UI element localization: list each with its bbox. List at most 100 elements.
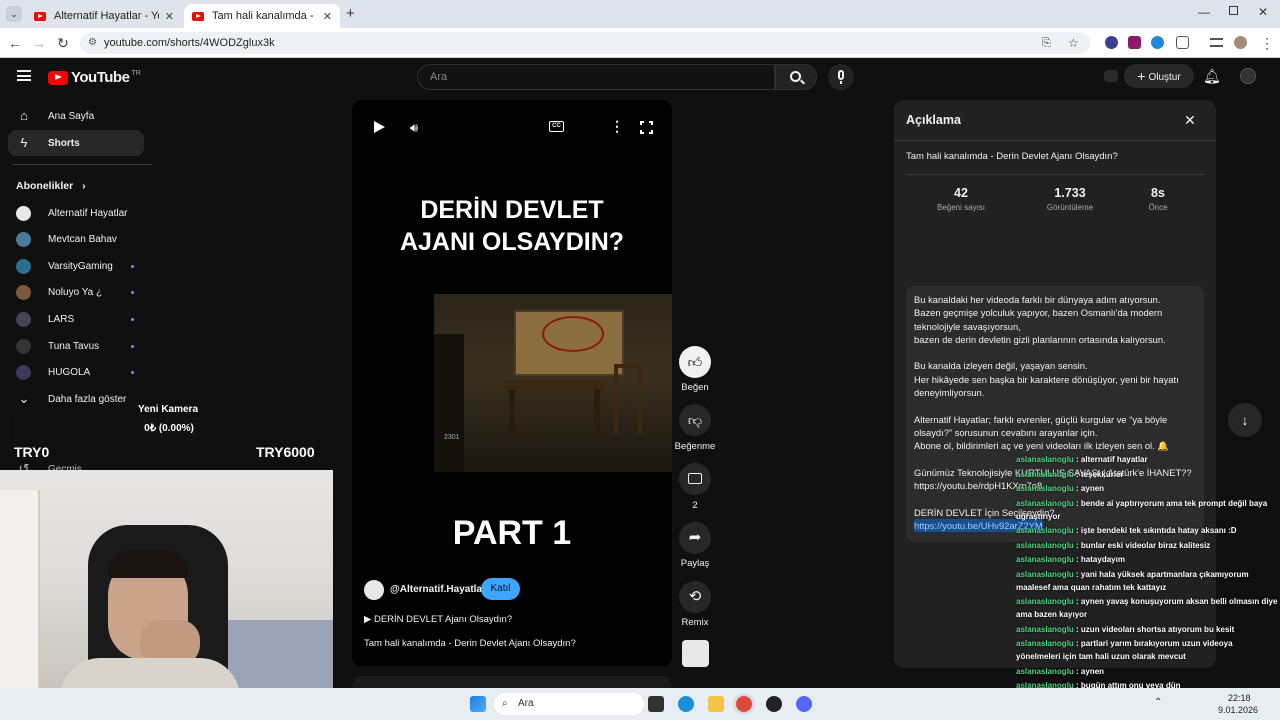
- sidebar-item-shorts[interactable]: ϟ Shorts: [8, 130, 144, 156]
- scroll-down-button[interactable]: ↓: [1228, 403, 1262, 437]
- cast-icon[interactable]: [1104, 70, 1118, 82]
- task-view-icon[interactable]: [648, 696, 664, 712]
- description-line: teknolojiyle savaşıyorsun,: [914, 320, 1021, 332]
- account-avatar[interactable]: [1240, 68, 1256, 84]
- chrome-icon[interactable]: [736, 696, 752, 712]
- youtube-favicon-icon: [192, 11, 204, 21]
- home-icon: ⌂: [20, 108, 28, 123]
- sidebar-item-label: Noluyo Ya ¿: [48, 287, 103, 299]
- arrow-down-icon: ↓: [1241, 412, 1249, 428]
- microphone-icon: [838, 70, 844, 80]
- forward-icon[interactable]: →: [30, 35, 48, 51]
- sidebar-channel[interactable]: Tuna Tavus: [8, 333, 144, 359]
- search-input[interactable]: Ara: [417, 64, 775, 90]
- close-icon[interactable]: ✕: [1184, 112, 1196, 129]
- shorts-player[interactable]: 🔊︎ CC ⋮ DERİN DEVLET AJANI OLSAYDIN? 230…: [352, 100, 672, 666]
- likes-value: 42: [954, 186, 968, 200]
- next-short-preview[interactable]: [352, 676, 672, 688]
- streamer-shirt: [60, 658, 240, 688]
- discord-icon[interactable]: [796, 696, 812, 712]
- extension-icon-3[interactable]: [1151, 36, 1164, 49]
- minimize-window-icon[interactable]: —: [1198, 5, 1210, 19]
- create-button[interactable]: + Oluştur: [1124, 64, 1194, 88]
- close-tab-icon[interactable]: ✕: [165, 10, 174, 23]
- frame-number: 2301: [444, 434, 460, 441]
- close-tab-icon[interactable]: ✕: [323, 10, 332, 23]
- address-bar[interactable]: ⚙ youtube.com/shorts/4WODZglux3k ⎘ ☆: [80, 32, 1090, 54]
- install-app-icon[interactable]: ⎘: [1042, 32, 1051, 54]
- bookmark-star-icon[interactable]: ☆: [1068, 32, 1079, 54]
- tab-title: Alternatif Hayatlar - YouTube: [54, 10, 159, 22]
- sidebar-channel[interactable]: Alternatif Hayatlar: [8, 200, 144, 226]
- sound-thumbnail[interactable]: [682, 640, 709, 667]
- reload-icon[interactable]: ↻: [54, 35, 72, 52]
- door: [0, 490, 40, 688]
- profile-avatar[interactable]: [1234, 36, 1247, 49]
- voice-search-button[interactable]: [828, 64, 854, 90]
- youtube-logo[interactable]: YouTube TR: [48, 69, 141, 86]
- sidebar-item-home[interactable]: ⌂ Ana Sayfa: [8, 103, 144, 129]
- search-button[interactable]: [775, 64, 817, 90]
- dislike-label: Beğenme: [674, 441, 716, 452]
- table: [504, 380, 604, 390]
- taskbar-search[interactable]: ⌕ Ara: [494, 693, 644, 715]
- play-icon[interactable]: [374, 121, 385, 133]
- sidebar-channel[interactable]: HUGOLA: [8, 360, 144, 386]
- more-options-icon[interactable]: ⋮: [610, 118, 624, 135]
- extension-icon-2[interactable]: [1128, 36, 1141, 49]
- extensions-puzzle-icon[interactable]: [1176, 36, 1189, 49]
- share-button[interactable]: ➦: [679, 522, 711, 554]
- sidebar-channel[interactable]: LARS: [8, 306, 144, 332]
- donation-goal-widget: Yeni Kamera 0₺ (0.00%) TRY0 TRY6000: [10, 400, 326, 460]
- maximize-window-icon[interactable]: [1229, 6, 1238, 15]
- channel-avatar: [16, 258, 31, 274]
- tab-alternatif-hayatlar[interactable]: Alternatif Hayatlar - YouTube ✕: [26, 4, 182, 28]
- remix-label: Remix: [681, 617, 709, 628]
- playlist-link[interactable]: ▶ DERİN DEVLET Ajanı Olsaydın?: [364, 614, 512, 625]
- remix-button[interactable]: ⟲: [679, 581, 711, 613]
- description-line: Alternatif Hayatlar; farklı evrenler, gü…: [914, 413, 1168, 425]
- chat-username: aslanaslanoglu: [1016, 666, 1074, 676]
- chat-username: aslanaslanoglu: [1016, 526, 1074, 535]
- sidebar-channel[interactable]: Noluyo Ya ¿: [8, 280, 144, 306]
- dislike-button[interactable]: 👎︎: [679, 404, 711, 436]
- comments-button[interactable]: [679, 463, 711, 495]
- clock-date[interactable]: 9.01.2026: [1218, 705, 1258, 715]
- video-frame-image: 2301: [434, 294, 672, 472]
- channel-avatar: [16, 285, 31, 301]
- description-line: bazen de derin devletin gizli planlarını…: [914, 333, 1166, 345]
- edge-icon[interactable]: [678, 696, 694, 712]
- windows-start-icon[interactable]: [470, 696, 486, 712]
- file-explorer-icon[interactable]: [708, 696, 724, 712]
- logo-country: TR: [131, 70, 141, 77]
- channel-avatar[interactable]: [364, 580, 384, 600]
- system-tray-chevron-icon[interactable]: ⌃: [1154, 697, 1162, 708]
- tab-active-short[interactable]: Tam hali kanalımda - Derin Dev ✕: [184, 4, 340, 28]
- subscriptions-heading[interactable]: Abonelikler ›: [16, 180, 86, 192]
- like-button[interactable]: 👍︎: [679, 346, 711, 378]
- sidebar-item-label: LARS: [48, 313, 75, 325]
- new-content-dot: [131, 344, 134, 348]
- notifications-bell-icon[interactable]: 🔔︎: [1203, 68, 1221, 85]
- tab-list-button[interactable]: ⌄: [6, 6, 22, 22]
- reading-list-icon[interactable]: [1210, 38, 1223, 47]
- captions-icon[interactable]: CC: [549, 121, 564, 132]
- obs-icon[interactable]: [766, 696, 782, 712]
- join-button[interactable]: Katıl: [481, 578, 520, 600]
- menu-icon[interactable]: [17, 70, 31, 81]
- site-info-icon[interactable]: ⚙: [88, 32, 97, 54]
- sidebar-channel[interactable]: Mevtcan Bahav: [8, 227, 144, 253]
- browser-menu-icon[interactable]: ⋮: [1258, 35, 1276, 52]
- close-window-icon[interactable]: ✕: [1258, 5, 1268, 19]
- stats-divider: [906, 174, 1204, 175]
- fullscreen-icon[interactable]: [639, 120, 656, 137]
- sidebar-channel[interactable]: VarsityGaming: [8, 253, 144, 279]
- back-icon[interactable]: ←: [6, 35, 24, 51]
- volume-icon[interactable]: 🔊︎: [410, 120, 418, 136]
- extension-icon-1[interactable]: [1105, 36, 1118, 49]
- channel-handle[interactable]: @Alternatif.Hayatlar: [390, 584, 486, 595]
- clock-time[interactable]: 22:18: [1228, 693, 1251, 703]
- url-text: youtube.com/shorts/4WODZglux3k: [104, 37, 275, 49]
- new-tab-button[interactable]: +: [346, 5, 355, 22]
- sidebar-item-label: Shorts: [48, 137, 80, 149]
